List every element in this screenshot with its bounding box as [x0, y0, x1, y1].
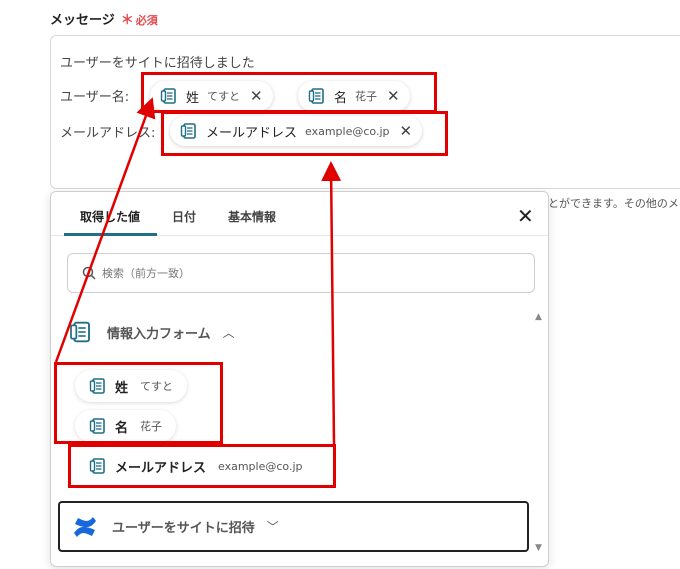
highlight-box-name-items [54, 362, 223, 444]
message-line-1: ユーザーをサイトに招待しました [60, 56, 255, 71]
search-input[interactable]: 検索（前方一致） [67, 253, 535, 293]
helper-text: とができます。その他のメ [548, 197, 679, 210]
highlight-box-name-chips [141, 72, 437, 113]
message-line-2-label: ユーザー名: [60, 90, 130, 105]
close-icon[interactable]: ✕ [517, 204, 534, 228]
tab-acquired-values[interactable]: 取得した値 [80, 208, 140, 225]
highlight-box-email-chip [161, 111, 448, 156]
field-label-text: メッセージ [50, 13, 115, 28]
tab-basic-info[interactable]: 基本情報 [228, 208, 276, 225]
app-section-header[interactable]: ユーザーをサイトに招待 ﹀ [58, 501, 529, 552]
section-header-form[interactable]: 情報入力フォーム ︿ [69, 320, 235, 344]
form-doc-icon [70, 321, 90, 343]
active-tab-indicator [64, 233, 157, 236]
field-label: メッセージ ＊必須 [50, 9, 158, 28]
highlight-box-email-item [68, 444, 336, 488]
app-title: ユーザーをサイトに招待 [112, 521, 255, 536]
search-icon [82, 266, 96, 280]
confluence-logo-icon [74, 516, 96, 537]
scroll-up-arrow-icon[interactable]: ▲ [535, 312, 542, 322]
chevron-up-icon: ︿ [222, 325, 235, 340]
tab-bar: 取得した値 日付 基本情報 [51, 192, 548, 236]
chevron-down-icon: ﹀ [266, 520, 279, 534]
search-placeholder: 検索（前方一致） [102, 267, 190, 280]
tab-date[interactable]: 日付 [172, 208, 196, 225]
scroll-down-arrow-icon[interactable]: ▼ [535, 543, 542, 553]
message-line-3-label: メールアドレス: [60, 126, 156, 141]
section-title: 情報入力フォーム [107, 326, 211, 342]
required-mark: ＊ [120, 13, 134, 28]
required-text: 必須 [135, 14, 158, 27]
